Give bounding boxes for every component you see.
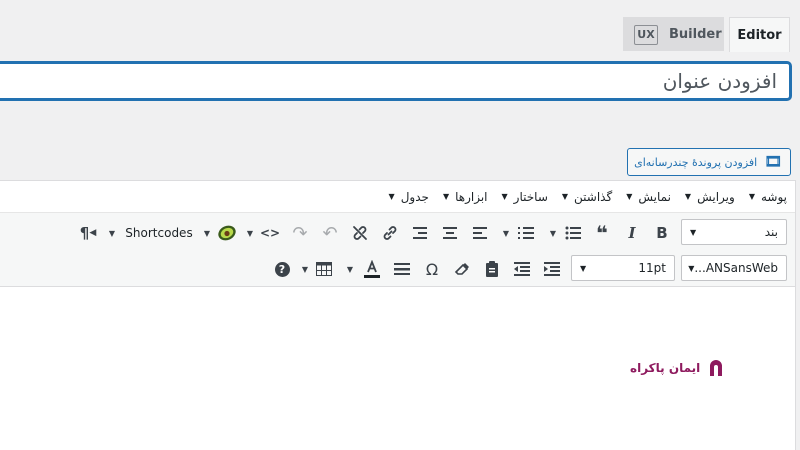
toolbar-row-2: ANSansWeb... ▼ 11pt ▼ Ω ▼ ▼ ?	[0, 251, 795, 287]
chevron-down-icon: ▼	[501, 192, 508, 201]
eraser-icon	[454, 263, 469, 275]
media-icon: 🎞	[764, 154, 782, 170]
watermark-logo: ایمان پاکراه	[630, 358, 726, 378]
menu-view[interactable]: نمایش ▼	[626, 190, 671, 204]
omega-icon: Ω	[425, 259, 439, 279]
chevron-down-icon: ▼	[688, 263, 695, 273]
chevron-down-icon: ▼	[502, 228, 510, 238]
undo-button[interactable]: ↶	[319, 219, 341, 247]
help-button[interactable]: ?	[271, 255, 293, 283]
toolbar-row-1: بند ▼ B I ❝ ▼ ▼ ↶ ↷ <> ▼ ▼ Shortcodes ▼ …	[0, 215, 795, 251]
shortcodes-button[interactable]: Shortcodes	[119, 219, 199, 247]
menu-file[interactable]: پوشه ▼	[749, 190, 787, 204]
text-direction-button[interactable]: ¶ ◀	[75, 219, 101, 247]
outdent-icon	[514, 262, 530, 276]
remove-link-button[interactable]	[349, 219, 371, 247]
numbered-list-icon	[518, 227, 534, 239]
table-button[interactable]	[313, 255, 335, 283]
text-color-button[interactable]	[361, 255, 383, 283]
unlink-icon	[353, 226, 367, 240]
outdent-button[interactable]	[511, 255, 533, 283]
text-color-icon	[364, 260, 380, 278]
shortcodes-caret[interactable]: ▼	[202, 219, 212, 247]
paste-text-button[interactable]	[481, 255, 503, 283]
menu-table[interactable]: جدول ▼	[389, 190, 429, 204]
editor-box: پوشه ▼ ویرایش ▼ نمایش ▼ گذاشتن ▼ ساختار ▼ ابز…	[0, 180, 796, 450]
undo-icon: ↶	[322, 222, 338, 244]
chevron-down-icon: ▼	[748, 192, 755, 201]
add-media-button[interactable]: 🎞 افزودن پروندهٔ چندرسانه‌ای	[627, 148, 791, 176]
chevron-down-icon: ▼	[690, 227, 697, 237]
align-center-icon	[443, 227, 457, 239]
text-color-dropdown[interactable]: ▼	[345, 255, 355, 283]
indent-button[interactable]	[541, 255, 563, 283]
tab-ux-builder-label: Builder	[669, 27, 722, 42]
horizontal-line-button[interactable]	[391, 255, 413, 283]
code-button[interactable]: <>	[259, 219, 281, 247]
align-left-button[interactable]	[469, 219, 491, 247]
code-icon: <>	[259, 226, 281, 240]
insert-link-button[interactable]	[379, 219, 401, 247]
chevron-down-icon: ▼	[561, 192, 569, 201]
chevron-down-icon: ▼	[108, 228, 116, 238]
link-icon	[383, 226, 397, 240]
arrow-left-icon: ◀	[89, 228, 97, 238]
chevron-down-icon: ▼	[580, 263, 587, 273]
bullet-list-dropdown[interactable]: ▼	[548, 219, 558, 247]
menu-insert[interactable]: گذاشتن ▼	[562, 190, 612, 204]
plugin-button[interactable]	[215, 219, 239, 247]
paragraph-format-select[interactable]: بند ▼	[681, 219, 787, 245]
clipboard-icon	[486, 261, 498, 277]
special-character-button[interactable]: Ω	[421, 255, 443, 283]
align-right-button[interactable]	[409, 219, 431, 247]
logo-mark-icon	[710, 360, 723, 376]
chevron-down-icon: ▼	[549, 228, 557, 238]
menu-format[interactable]: ساختار ▼	[502, 190, 548, 204]
tab-ux-builder[interactable]: UX Builder	[623, 17, 724, 51]
editor-toolbar: بند ▼ B I ❝ ▼ ▼ ↶ ↷ <> ▼ ▼ Shortcodes ▼ …	[0, 213, 795, 287]
ux-badge: UX	[634, 24, 658, 45]
chevron-down-icon: ▼	[684, 192, 692, 201]
align-center-button[interactable]	[439, 219, 461, 247]
italic-button[interactable]: I	[621, 219, 643, 247]
tab-editor-label: Editor	[737, 27, 782, 43]
align-left-icon	[473, 227, 487, 239]
horizontal-line-icon	[394, 263, 410, 275]
help-icon: ?	[274, 261, 290, 277]
font-size-select[interactable]: 11pt ▼	[571, 255, 675, 281]
blockquote-button[interactable]: ❝	[591, 219, 613, 247]
quote-icon: ❝	[596, 221, 608, 245]
chevron-down-icon: ▼	[246, 228, 254, 238]
bullet-list-button[interactable]	[562, 219, 584, 247]
table-dropdown[interactable]: ▼	[300, 255, 310, 283]
tab-editor[interactable]: Editor	[729, 17, 790, 52]
pilcrow-icon: ¶	[79, 224, 90, 242]
font-family-select[interactable]: ANSansWeb... ▼	[681, 255, 787, 281]
chevron-down-icon: ▼	[626, 192, 633, 201]
editor-menubar: پوشه ▼ ویرایش ▼ نمایش ▼ گذاشتن ▼ ساختار ▼ ابز…	[0, 181, 795, 213]
redo-icon: ↷	[292, 222, 308, 244]
avocado-icon	[218, 225, 236, 241]
clear-formatting-button[interactable]	[451, 255, 473, 283]
plugin-dropdown[interactable]: ▼	[245, 219, 255, 247]
chevron-down-icon: ▼	[388, 192, 395, 201]
menu-tools[interactable]: ابزارها ▼	[443, 190, 488, 204]
chevron-down-icon: ▼	[203, 228, 211, 238]
align-right-icon	[413, 227, 427, 239]
indent-icon	[544, 262, 560, 276]
chevron-down-icon: ▼	[346, 264, 354, 274]
chevron-down-icon: ▼	[442, 192, 450, 201]
redo-button[interactable]: ↷	[289, 219, 311, 247]
logo-text: ایمان پاکراه	[630, 361, 701, 375]
numbered-list-button[interactable]	[515, 219, 537, 247]
bold-button[interactable]: B	[651, 219, 673, 247]
post-title-input[interactable]	[0, 62, 791, 100]
add-media-label: افزودن پروندهٔ چندرسانه‌ای	[634, 155, 758, 169]
chevron-down-icon: ▼	[301, 264, 309, 274]
bullet-list-icon	[565, 226, 581, 240]
table-icon	[316, 262, 332, 276]
numbered-list-dropdown[interactable]: ▼	[501, 219, 511, 247]
menu-edit[interactable]: ویرایش ▼	[685, 190, 735, 204]
shortcodes-dropdown[interactable]: ▼	[107, 219, 117, 247]
